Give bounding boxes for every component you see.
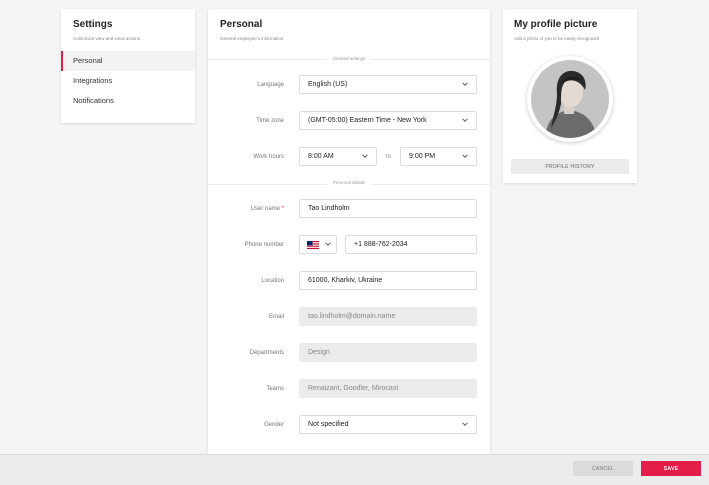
us-flag-icon <box>307 241 319 249</box>
user-name-input[interactable]: Tao Lindholm <box>299 199 477 218</box>
language-value: English (US) <box>308 81 348 88</box>
location-label: Location <box>261 278 284 284</box>
cancel-button[interactable]: CANCEL <box>573 461 633 476</box>
phone-input[interactable]: +1 888-762-2034 <box>345 235 477 254</box>
departments-label: Departments <box>249 350 284 356</box>
language-label: Language <box>257 82 284 88</box>
phone-label: Phone number <box>244 242 284 248</box>
gender-select[interactable]: Not specified <box>299 415 477 434</box>
chevron-down-icon <box>325 242 331 246</box>
timezone-label: Time zone <box>256 118 284 124</box>
chevron-down-icon <box>462 154 468 158</box>
country-code-select[interactable] <box>299 235 337 254</box>
settings-title: Settings <box>73 19 113 30</box>
departments-field[interactable]: Design <box>299 343 477 362</box>
profile-picture-title: My profile picture <box>514 19 598 30</box>
teams-field[interactable]: Renaizant, Goodler, Mirocast <box>299 379 477 398</box>
settings-subtitle: Customize view and extra actions <box>73 36 141 41</box>
work-hours-from-value: 8:00 AM <box>308 153 334 160</box>
sidebar-item-integrations[interactable]: Integrations <box>61 71 195 91</box>
personal-subtitle: General employee's information <box>220 36 284 41</box>
footer-bar: CANCEL SAVE <box>0 454 709 485</box>
chevron-down-icon <box>462 422 468 426</box>
language-select[interactable]: English (US) <box>299 75 477 94</box>
personal-title: Personal <box>220 19 263 30</box>
personal-card: Personal General employee's information … <box>208 9 490 454</box>
email-field[interactable]: tao.lindholm@domain.name <box>299 307 477 326</box>
gender-value: Not specified <box>308 421 349 428</box>
email-label: Email <box>268 314 284 320</box>
work-hours-to-label: to <box>386 154 392 160</box>
profile-photo <box>531 60 609 138</box>
work-hours-from-select[interactable]: 8:00 AM <box>299 147 377 166</box>
profile-history-button[interactable]: PROFILE HISTORY <box>511 159 629 174</box>
avatar[interactable] <box>527 56 613 142</box>
work-hours-label: Work hours <box>253 154 284 160</box>
section-general-label: General settings <box>208 56 490 61</box>
work-hours-to-value: 9:00 PM <box>409 153 436 160</box>
location-input[interactable]: 61000, Kharkiv, Ukraine <box>299 271 477 290</box>
profile-picture-card: My profile picture Add a photo of you to… <box>503 9 637 183</box>
chevron-down-icon <box>462 118 468 122</box>
teams-label: Teams <box>266 386 284 392</box>
settings-card: Settings Customize view and extra action… <box>61 9 195 123</box>
save-button[interactable]: SAVE <box>641 461 701 476</box>
sidebar-item-notifications[interactable]: Notifications <box>61 91 195 111</box>
timezone-select[interactable]: (GMT-05:00) Eastern Time - New York <box>299 111 477 130</box>
section-personal-label: Personal details <box>208 180 490 185</box>
work-hours-to-select[interactable]: 9:00 PM <box>400 147 477 166</box>
gender-label: Gender <box>263 422 284 428</box>
profile-picture-subtitle: Add a photo of you to be easily recogniz… <box>514 36 600 41</box>
chevron-down-icon <box>362 154 368 158</box>
timezone-value: (GMT-05:00) Eastern Time - New York <box>308 117 427 124</box>
sidebar-item-personal[interactable]: Personal <box>61 51 195 71</box>
user-name-label: User name * <box>250 206 284 212</box>
chevron-down-icon <box>462 82 468 86</box>
